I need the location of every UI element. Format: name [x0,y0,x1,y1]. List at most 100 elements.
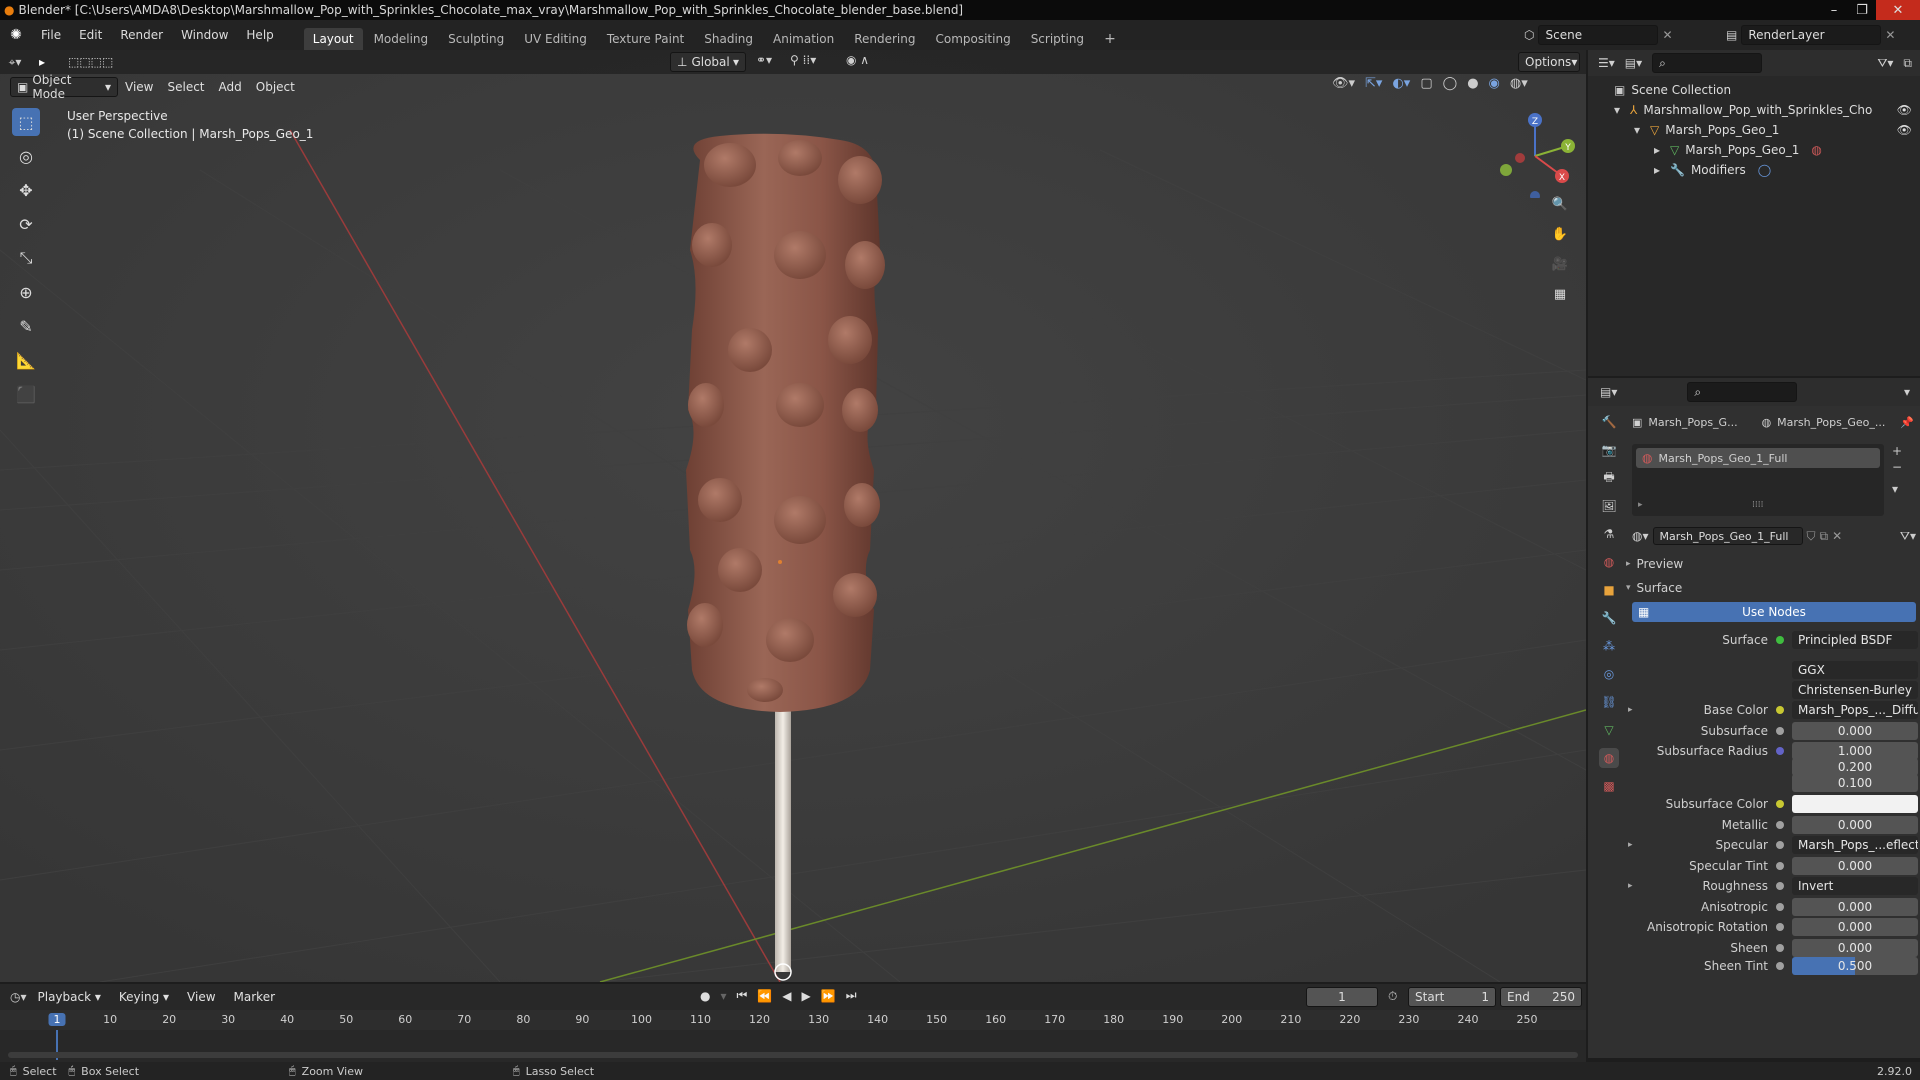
expand-arrow-icon[interactable]: ▸ [1628,705,1633,715]
tab-texture[interactable]: ▩ [1599,776,1619,796]
timeline-ruler[interactable]: 1 10 20 30 40 50 60 70 80 90 100 110 120 130 140 150 160… [0,1010,1586,1030]
selection-modes-icon[interactable]: ⬚⬚⬚⬚ [68,55,113,69]
input-value-field[interactable]: 0.100 [1792,774,1918,792]
object-mode-dropdown[interactable]: ▣ Object Mode ▾ [10,73,118,101]
start-frame-field[interactable]: Start 1 [1408,987,1496,1007]
select-mode-icon[interactable]: ▸ [30,55,54,69]
tab-particles[interactable]: ⁂ [1599,636,1619,656]
socket-icon[interactable] [1776,962,1784,970]
pan-button[interactable]: ✋ [1548,222,1572,246]
add-cube-tool[interactable]: ⬛ [12,380,40,408]
render-layer-close-icon[interactable]: ✕ [1885,28,1895,42]
use-nodes-button[interactable]: ▦ Use Nodes [1632,602,1916,622]
properties-search-input[interactable]: ⌕ [1687,382,1798,402]
outliner-editor-icon[interactable]: ☰▾ [1598,56,1615,70]
properties-editor-icon[interactable]: ▤▾ [1600,385,1617,399]
camera-view-button[interactable]: 🎥 [1548,252,1572,276]
visibility-eye-icon[interactable]: 👁 [1897,123,1912,137]
input-value-field[interactable]: Invert [1792,877,1918,895]
tab-output[interactable]: 🖶 [1599,468,1619,488]
expand-arrow-icon[interactable]: ▸ [1628,881,1633,891]
snap-icon[interactable]: ⚲ ⁞⁞▾ [790,53,816,67]
input-value-field[interactable]: 0.000 [1792,918,1918,936]
tab-world[interactable]: ◍ [1599,552,1619,572]
play-reverse-button[interactable]: ◀ [782,989,791,1003]
transform-orientation-dropdown[interactable]: ⊥ Global ▾ [670,52,746,72]
material-slot-row[interactable]: ◍ Marsh_Pops_Geo_1_Full [1636,448,1880,468]
viewport-menu-select[interactable]: Select [160,76,211,98]
outliner-item-root-empty[interactable]: ▾ ⅄ Marshmallow_Pop_with_Sprinkles_Choco… [1614,100,1920,120]
socket-icon[interactable] [1776,747,1784,755]
zoom-button[interactable]: 🔍 [1548,192,1572,216]
move-tool[interactable]: ✥ [12,176,40,204]
collapse-arrow-icon[interactable]: ▸ [1654,163,1670,177]
input-value-field[interactable]: 0.000 [1792,898,1918,916]
outliner-search-input[interactable]: ⌕ [1652,53,1763,73]
input-value-field[interactable]: Christensen-Burley [1792,681,1918,699]
xray-toggle-icon[interactable]: ▢ [1420,76,1432,91]
properties-options-icon[interactable]: ▾ [1904,385,1910,399]
display-mode-icon[interactable]: ▤▾ [1625,56,1642,70]
socket-icon[interactable] [1776,821,1784,829]
visibility-icon[interactable]: 👁▾ [1332,76,1355,91]
expand-arrow-icon[interactable]: ▸ [1628,840,1633,850]
close-button[interactable]: ✕ [1876,0,1920,20]
expand-arrow-icon[interactable]: ▾ [1614,103,1630,117]
socket-icon[interactable] [1776,862,1784,870]
input-value-field[interactable]: 0.000 [1792,939,1918,957]
socket-icon[interactable] [1776,903,1784,911]
menu-window[interactable]: Window [172,20,237,50]
input-value-field[interactable]: GGX [1792,661,1918,679]
socket-icon[interactable] [1776,923,1784,931]
tab-rendering[interactable]: Rendering [845,28,924,50]
jump-start-button[interactable]: ⏮ [737,988,748,1003]
timeline-menu-marker[interactable]: Marker [227,986,282,1008]
3d-viewport[interactable]: User Perspective (1) Scene Collection | … [0,50,1586,982]
duplicate-material-icon[interactable]: ⧉ [1820,529,1829,544]
input-value-field[interactable]: 0.000 [1792,816,1918,834]
navigation-gizmo[interactable]: Z Y X [1490,108,1580,201]
scene-close-icon[interactable]: ✕ [1662,28,1672,42]
input-value-field[interactable]: 0.500 [1792,957,1918,975]
list-resize-handle[interactable]: ⁞⁞⁞⁞ [1752,500,1763,510]
socket-icon[interactable] [1776,800,1784,808]
minimize-button[interactable]: – [1820,0,1848,20]
socket-icon[interactable] [1776,944,1784,952]
tab-render[interactable]: 📷 [1599,440,1619,460]
socket-icon[interactable] [1776,636,1784,644]
solid-shading-icon[interactable]: ● [1467,76,1478,91]
tab-modeling[interactable]: Modeling [365,28,438,50]
socket-icon[interactable] [1776,841,1784,849]
pin-icon[interactable]: 📌 [1900,416,1914,429]
tab-material[interactable]: ◍ [1599,748,1619,768]
tab-layout[interactable]: Layout [303,28,363,50]
viewport-menu-add[interactable]: Add [212,76,249,98]
socket-icon[interactable] [1776,706,1784,714]
stopwatch-icon[interactable]: ⏱ [1388,989,1397,1004]
filter-icon[interactable]: ⛛▾ [1877,56,1893,71]
pivot-icon[interactable]: ⚭▾ [756,53,772,67]
rendered-shading-icon[interactable]: ◍▾ [1510,76,1528,91]
input-value-field[interactable]: Marsh_Pops_...eflection.png [1792,836,1918,854]
tab-view-layer[interactable]: 🖼 [1599,496,1619,516]
tab-tool[interactable]: 🔨 [1599,412,1619,432]
tab-texture-paint[interactable]: Texture Paint [598,28,693,50]
timeline-editor-icon[interactable]: ◷▾ [10,990,27,1004]
fake-user-icon[interactable]: ⛉ [1807,529,1816,544]
prev-keyframe-button[interactable]: ⏪ [757,989,772,1003]
socket-icon[interactable] [1776,882,1784,890]
new-collection-icon[interactable]: ⧉ [1903,56,1912,71]
overlay-toggle-icon[interactable]: ◐▾ [1392,76,1410,91]
render-layer-field[interactable]: RenderLayer [1741,25,1882,45]
tab-scene[interactable]: ⚗ [1599,524,1619,544]
menu-edit[interactable]: Edit [70,20,111,50]
surface-section-header[interactable]: ▾ Surface [1626,578,1916,598]
input-value-field[interactable] [1792,795,1918,813]
timeline-scrollbar[interactable] [8,1052,1578,1058]
select-box-tool[interactable]: ⬚ [12,108,40,136]
node-filter-icon[interactable]: ⛛▾ [1900,529,1916,544]
menu-render[interactable]: Render [111,20,172,50]
tab-shading[interactable]: Shading [695,28,762,50]
scene-field[interactable]: Scene [1538,25,1659,45]
tab-animation[interactable]: Animation [764,28,843,50]
